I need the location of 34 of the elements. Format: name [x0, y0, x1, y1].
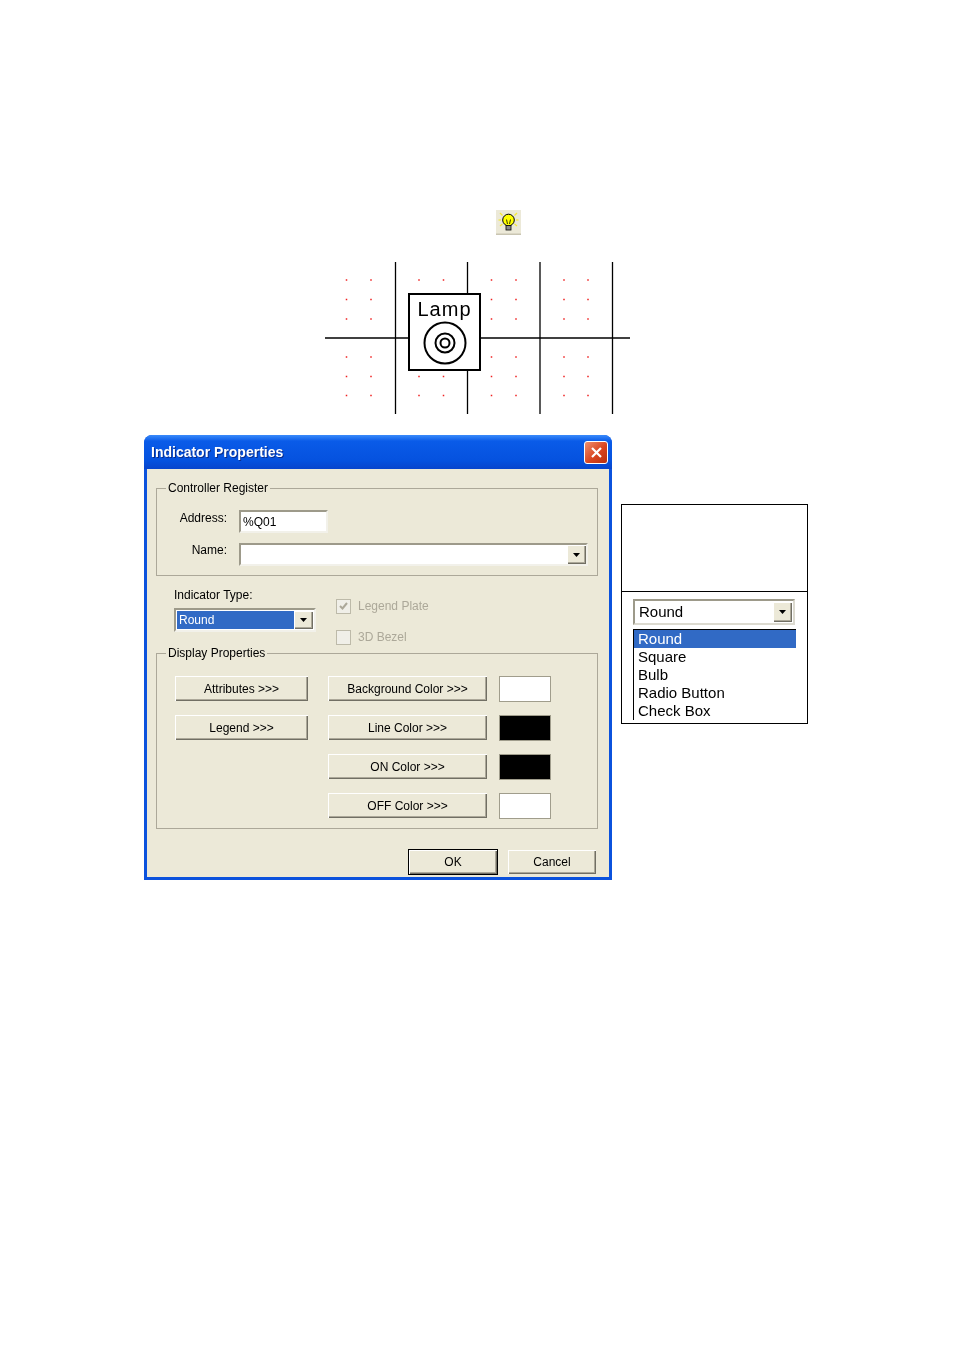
group-title: Display Properties: [167, 646, 267, 660]
concentric-circles-icon: [422, 321, 467, 365]
caret-down-icon: [573, 552, 580, 557]
close-icon: [590, 446, 602, 458]
dropdown-option[interactable]: Round: [634, 630, 796, 648]
property-button[interactable]: Attributes >>>: [174, 675, 309, 702]
color-button[interactable]: Background Color >>>: [327, 675, 488, 702]
close-button[interactable]: [584, 440, 608, 464]
property-button[interactable]: Legend >>>: [174, 714, 309, 741]
checkmark-icon: [339, 602, 348, 610]
caret-down-icon: [779, 610, 786, 614]
color-button[interactable]: Line Color >>>: [327, 714, 488, 741]
combo-value: Round: [177, 611, 294, 629]
field-label: Indicator Type:: [174, 588, 254, 602]
indicator-type-combo[interactable]: Round: [174, 608, 316, 632]
dropdown-arrow-button[interactable]: [294, 611, 313, 629]
dialog-button[interactable]: OK: [408, 849, 498, 875]
lightbulb-icon[interactable]: [496, 210, 521, 235]
color-button[interactable]: ON Color >>>: [327, 753, 488, 780]
address-input[interactable]: %Q01: [239, 510, 328, 533]
preview-combo-box[interactable]: Round: [633, 599, 795, 625]
caret-down-icon: [300, 618, 307, 622]
field-label: Address:: [178, 511, 227, 525]
field-label: Name:: [190, 543, 227, 557]
checkbox-label: 3D Bezel: [358, 629, 407, 646]
lamp-label: Lamp: [417, 298, 472, 320]
color-button[interactable]: OFF Color >>>: [327, 792, 488, 819]
group-title: Controller Register: [167, 481, 270, 495]
dropdown-arrow-button[interactable]: [567, 545, 586, 564]
dropdown-arrow-button[interactable]: [773, 602, 792, 622]
combo-value: Round: [638, 602, 685, 622]
checkbox-label: Legend Plate: [358, 598, 429, 615]
dialog-button[interactable]: Cancel: [507, 849, 597, 875]
window-title: Indicator Properties: [151, 442, 284, 462]
